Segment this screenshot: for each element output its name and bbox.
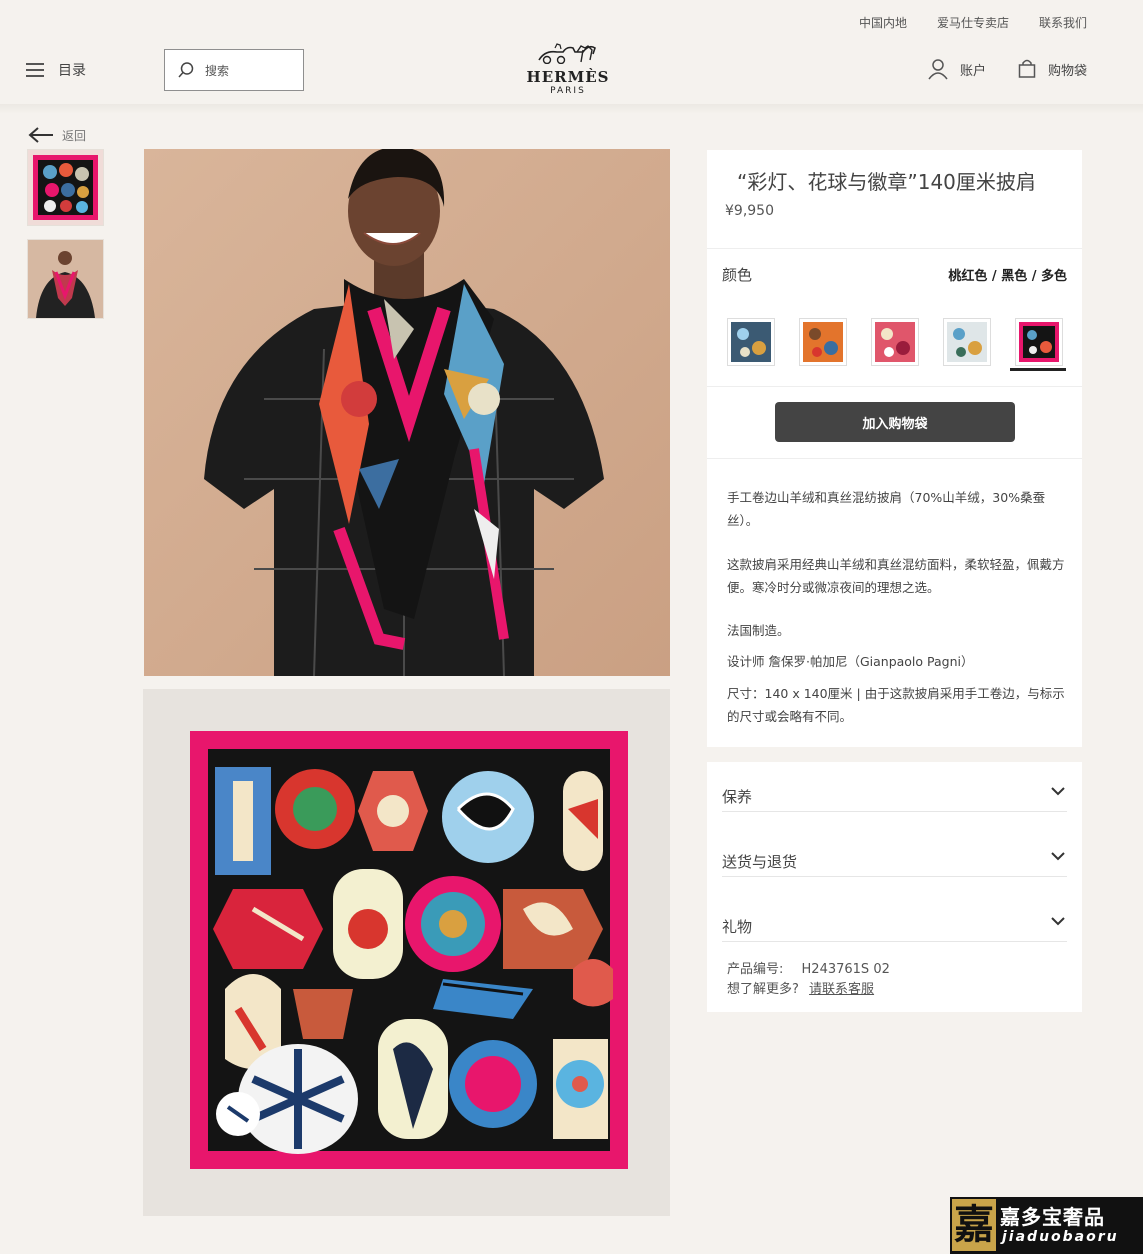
utility-links: 中国内地 爱马仕专卖店 联系我们 (859, 14, 1087, 31)
color-swatch-1[interactable] (727, 318, 775, 366)
carriage-logo-icon (538, 43, 596, 65)
description-size: 尺寸：140 x 140厘米 | 由于这款披肩采用手工卷边，与标示的尺寸或会略有… (727, 686, 1065, 724)
color-value: 桃红色 / 黑色 / 多色 (948, 269, 1067, 284)
accordion-shipping[interactable]: 送货与退货 (722, 837, 1067, 877)
color-swatch-5-selected[interactable] (1015, 318, 1063, 366)
description-body: 这款披肩采用经典山羊绒和真丝混纺面料，柔软轻盈，佩戴方便。寒冷时分或微凉夜间的理… (727, 557, 1065, 595)
accordion-shipping-label: 送货与退货 (722, 853, 798, 871)
help-text: 想了解更多? (727, 982, 799, 997)
selected-swatch-underline (1010, 368, 1066, 371)
bag-label: 购物袋 (1047, 63, 1087, 79)
chevron-down-icon (1051, 917, 1065, 926)
description-material: 手工卷边山羊绒和真丝混纺披肩（70%山羊绒，30%桑蚕丝）。 (727, 490, 1046, 528)
search-icon (178, 62, 194, 78)
watermark-glyph: 嘉 (952, 1199, 996, 1251)
product-price: ¥9,950 (725, 203, 774, 219)
logo-wordmark: HERMÈS (526, 68, 610, 86)
hamburger-icon (26, 63, 44, 77)
help-line: 想了解更多? 请联系客服 (727, 978, 874, 997)
sku-label: 产品编号: (727, 962, 784, 977)
description-designer: 设计师 詹保罗·帕加尼（Gianpaolo Pagni） (727, 654, 974, 669)
product-sku: 产品编号: H243761S 02 (727, 958, 890, 977)
product-model-photo (144, 149, 670, 676)
divider (707, 386, 1082, 387)
sku-value: H243761S 02 (801, 962, 890, 977)
product-scarf-photo (143, 689, 670, 1216)
accordion-gift[interactable]: 礼物 (722, 902, 1067, 942)
thumbnail-scarf[interactable] (27, 149, 104, 226)
divider (707, 248, 1082, 249)
watermark-latin: jiaduobaoru (1002, 1229, 1119, 1245)
color-label: 颜色 (722, 266, 753, 284)
user-icon (928, 59, 948, 80)
color-swatch-3[interactable] (871, 318, 919, 366)
color-swatch-2[interactable] (799, 318, 847, 366)
menu-label: 目录 (58, 63, 86, 79)
accordion-care[interactable]: 保养 (722, 772, 1067, 812)
search-box[interactable]: 搜索 (164, 49, 304, 91)
search-placeholder: 搜索 (205, 63, 230, 78)
hermes-logo[interactable]: HERMÈS PARIS (510, 42, 626, 96)
model-thumbnail-image (28, 240, 103, 318)
back-link[interactable]: 返回 (28, 126, 86, 144)
back-label: 返回 (62, 128, 87, 143)
color-swatch-4[interactable] (943, 318, 991, 366)
contact-link[interactable]: 联系我们 (1039, 14, 1087, 31)
shopping-bag-icon (1018, 59, 1036, 78)
description-origin: 法国制造。 (727, 623, 790, 638)
accordion-care-label: 保养 (722, 788, 753, 806)
thumbnail-model[interactable] (27, 239, 104, 319)
bag-button[interactable]: 购物袋 (1018, 58, 1087, 80)
divider (707, 458, 1082, 459)
region-link[interactable]: 中国内地 (859, 14, 907, 31)
product-title: “彩灯、花球与徽章”140厘米披肩 (737, 170, 1036, 194)
chevron-down-icon (1051, 787, 1065, 796)
account-button[interactable]: 账户 (928, 58, 986, 80)
product-details-panel: 保养 送货与退货 礼物 产品编号: H243761S 02 想了解更多? 请联系… (707, 762, 1082, 1012)
logo-city: PARIS (550, 86, 586, 96)
add-to-bag-button[interactable]: 加入购物袋 (775, 402, 1015, 442)
scarf-thumbnail-image (33, 155, 98, 220)
product-info-panel: “彩灯、花球与徽章”140厘米披肩 ¥9,950 颜色 桃红色 / 黑色 / 多… (707, 150, 1082, 747)
contact-service-link[interactable]: 请联系客服 (809, 982, 874, 997)
watermark-logo: 嘉 嘉多宝奢品 jiaduobaoru (950, 1197, 1143, 1254)
header-actions: 账户 购物袋 (928, 58, 1087, 80)
chevron-down-icon (1051, 852, 1065, 861)
account-label: 账户 (959, 63, 986, 79)
header-divider (0, 104, 1143, 114)
watermark-brand: 嘉多宝奢品 (1000, 1205, 1105, 1229)
menu-button[interactable]: 目录 (26, 60, 86, 80)
stores-link[interactable]: 爱马仕专卖店 (937, 14, 1009, 31)
arrow-left-icon (28, 127, 53, 143)
accordion-gift-label: 礼物 (722, 918, 753, 936)
